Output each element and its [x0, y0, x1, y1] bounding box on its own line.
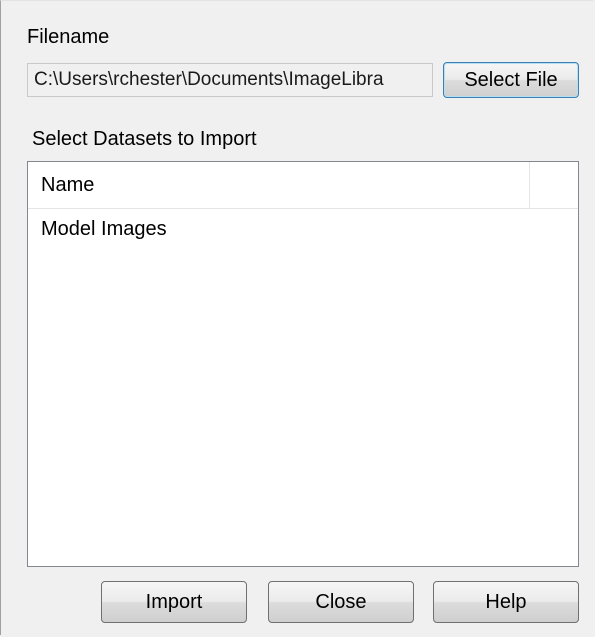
column-header-name[interactable]: Name — [28, 162, 530, 208]
column-header-extra[interactable] — [531, 162, 578, 208]
select-file-button[interactable]: Select File — [443, 62, 579, 98]
select-datasets-label: Select Datasets to Import — [32, 128, 257, 150]
datasets-list[interactable]: Name Model Images — [27, 161, 579, 567]
import-dialog: Filename C:\Users\rchester\Documents\Ima… — [0, 0, 593, 635]
import-button[interactable]: Import — [101, 581, 247, 623]
list-item[interactable]: Model Images — [28, 212, 578, 246]
filename-label: Filename — [27, 26, 110, 48]
help-button[interactable]: Help — [433, 581, 579, 623]
close-button[interactable]: Close — [268, 581, 414, 623]
filename-field[interactable]: C:\Users\rchester\Documents\ImageLibra — [27, 63, 433, 97]
list-header: Name — [28, 162, 578, 209]
